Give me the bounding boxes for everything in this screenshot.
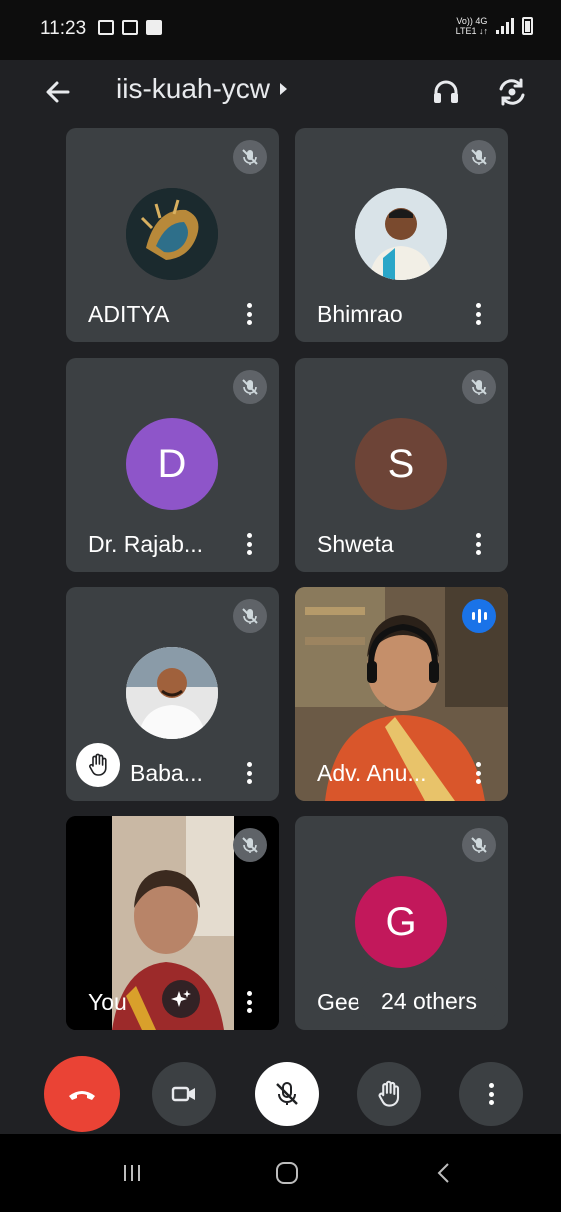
switch-camera-icon (499, 78, 525, 106)
avatar-initial: D (126, 418, 218, 510)
participant-name: Baba... (130, 760, 203, 786)
participant-name: Adv. Anu... (317, 760, 427, 786)
headphones-icon (434, 80, 458, 103)
status-bar: 11:23 Vo)) 4G LTE1 ↓↑ (0, 0, 561, 60)
home-icon (276, 1162, 298, 1184)
notification-icons (98, 20, 162, 35)
more-options-icon[interactable] (470, 300, 486, 328)
participant-tile[interactable]: Baba... (66, 587, 279, 801)
dragon-avatar-image (126, 188, 218, 280)
muted-mic-icon (462, 370, 496, 404)
hang-up-icon (69, 1091, 95, 1100)
video-notification-icon (122, 20, 138, 35)
avatar (355, 188, 447, 280)
effects-button[interactable] (162, 980, 200, 1018)
more-options-icon[interactable] (241, 300, 257, 328)
participant-tile[interactable]: ADITYA (66, 128, 279, 342)
muted-mic-icon (233, 599, 267, 633)
participant-tile[interactable]: S Shweta (295, 358, 508, 572)
muted-mic-icon (462, 828, 496, 862)
muted-mic-icon (462, 140, 496, 174)
home-button[interactable] (274, 1158, 300, 1188)
avatar (126, 647, 218, 739)
hand-icon (378, 1080, 400, 1107)
meeting-header: iis-kuah-ycw (0, 60, 561, 126)
more-options-icon[interactable] (241, 988, 257, 1016)
system-nav-bar (0, 1134, 561, 1212)
network-indicator: Vo)) 4G LTE1 ↓↑ (456, 16, 488, 36)
more-options-icon[interactable] (241, 530, 257, 558)
switch-camera-button[interactable] (494, 74, 530, 110)
app-notification-icon (146, 20, 162, 35)
participant-name: ADITYA (88, 301, 170, 327)
gallery-notification-icon (98, 20, 114, 35)
raised-hand-icon (76, 743, 120, 787)
raise-hand-button[interactable] (357, 1062, 421, 1126)
more-vert-icon (483, 1080, 499, 1108)
muted-mic-icon (233, 140, 267, 174)
status-indicators: Vo)) 4G LTE1 ↓↑ (456, 16, 533, 36)
more-options-icon[interactable] (241, 759, 257, 787)
person-avatar-image (355, 188, 447, 280)
network-label-2: LTE1 ↓↑ (455, 26, 488, 36)
back-arrow-icon (46, 81, 70, 103)
chevron-left-icon (437, 1163, 449, 1183)
meeting-code: iis-kuah-ycw (116, 73, 271, 104)
others-button[interactable]: 24 others (358, 978, 500, 1024)
participant-tile[interactable]: D Dr. Rajab... (66, 358, 279, 572)
video-camera-icon (171, 1086, 195, 1102)
avatar-initial: G (355, 876, 447, 968)
recents-icon (124, 1165, 140, 1181)
status-time: 11:23 (40, 18, 87, 39)
mic-off-icon (276, 1082, 298, 1105)
more-options-button[interactable] (459, 1062, 523, 1126)
avatar-initial: S (355, 418, 447, 510)
participant-name: Dr. Rajab... (88, 531, 204, 557)
battery-icon (522, 17, 533, 35)
avatar (126, 188, 218, 280)
signal-icon (496, 18, 514, 34)
meeting-code-button[interactable]: iis-kuah-ycw (116, 73, 288, 105)
recent-apps-button[interactable] (120, 1158, 144, 1188)
back-button[interactable] (40, 74, 76, 110)
network-label-1: Vo)) 4G (456, 16, 488, 26)
speaking-indicator-icon (462, 599, 496, 633)
muted-mic-icon (233, 828, 267, 862)
back-nav-button[interactable] (434, 1158, 454, 1188)
more-options-icon[interactable] (470, 530, 486, 558)
audio-output-button[interactable] (428, 74, 464, 110)
more-options-icon[interactable] (470, 759, 486, 787)
caret-right-icon (280, 83, 288, 95)
participant-tile[interactable]: Bhimrao (295, 128, 508, 342)
participant-name: Bhimrao (317, 301, 403, 327)
person-avatar-image (126, 647, 218, 739)
call-controls (0, 1054, 561, 1134)
participant-name: You (88, 989, 127, 1015)
camera-button[interactable] (152, 1062, 216, 1126)
muted-mic-icon (233, 370, 267, 404)
participant-name: Shweta (317, 531, 394, 557)
self-video-tile[interactable]: You (66, 816, 279, 1030)
microphone-button[interactable] (255, 1062, 319, 1126)
sparkle-icon (171, 990, 191, 1007)
end-call-button[interactable] (44, 1056, 120, 1132)
participant-video-tile[interactable]: Adv. Anu... (295, 587, 508, 801)
